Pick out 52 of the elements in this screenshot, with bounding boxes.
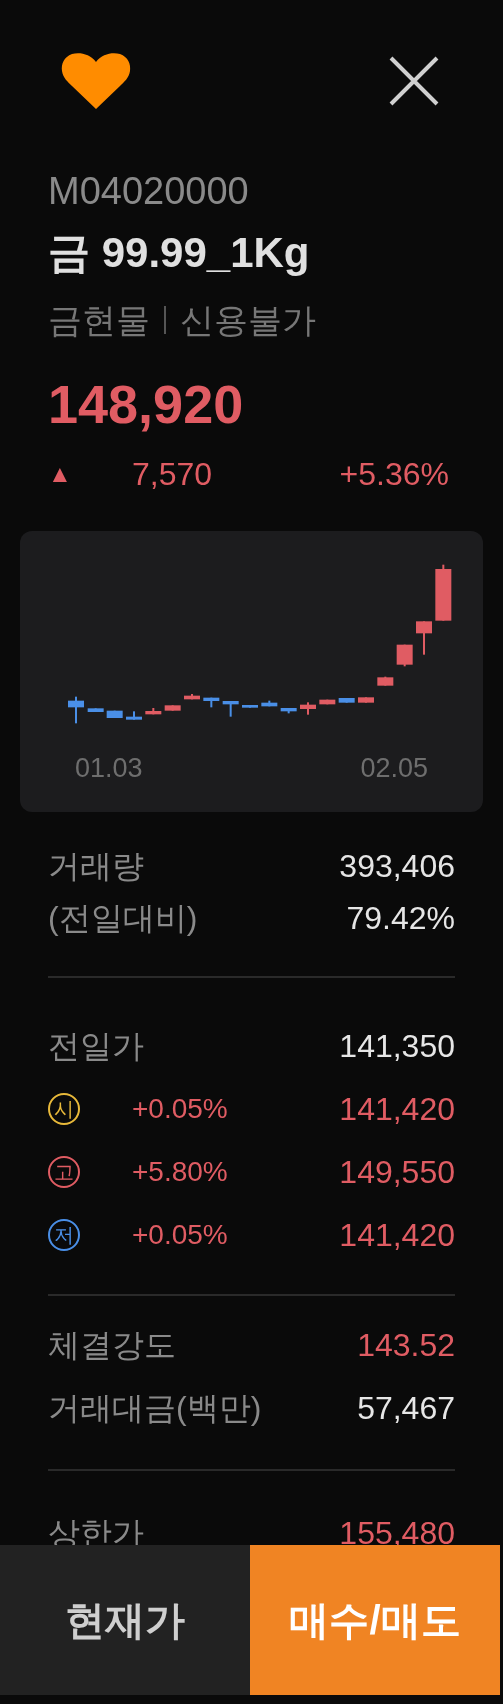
date-label: 01.03 bbox=[75, 752, 143, 785]
price-change: 7,570 bbox=[132, 455, 213, 494]
up-arrow: ▲ bbox=[48, 459, 73, 489]
candle bbox=[416, 621, 432, 655]
close-icon[interactable] bbox=[389, 56, 439, 106]
candle bbox=[358, 697, 374, 703]
stat-label: 거래량 bbox=[48, 847, 144, 886]
candle bbox=[222, 701, 239, 717]
rate-text: +5.80% bbox=[132, 1154, 228, 1189]
candle bbox=[145, 708, 162, 715]
change-rate: +5.36% bbox=[339, 455, 449, 494]
product-code: M04020000 bbox=[48, 169, 250, 214]
stat-label: (전일대비) bbox=[48, 899, 198, 938]
date-label: 02.05 bbox=[360, 752, 428, 785]
stat-value: 79.42% bbox=[346, 899, 455, 938]
candle bbox=[68, 696, 84, 724]
stat-value: 141,420 bbox=[339, 1215, 455, 1255]
candle bbox=[87, 708, 104, 712]
stat-label: 체결강도 bbox=[48, 1325, 176, 1365]
candle bbox=[184, 694, 200, 700]
candle bbox=[435, 564, 452, 621]
rate-text: +0.05% bbox=[132, 1217, 228, 1252]
category-label: 금현물 bbox=[48, 300, 150, 341]
candle bbox=[164, 705, 181, 711]
current-price: 148,920 bbox=[48, 373, 245, 436]
candle bbox=[338, 698, 355, 703]
stat-label: 전일가 bbox=[48, 1026, 144, 1066]
heart-icon[interactable] bbox=[60, 52, 132, 110]
stat-value: 143.52 bbox=[357, 1325, 455, 1365]
bottom-tab[interactable]: 현재가 bbox=[0, 1545, 250, 1695]
candle bbox=[126, 711, 142, 720]
candle bbox=[377, 676, 394, 686]
candle bbox=[300, 702, 316, 715]
stat-label: 거래대금(백만) bbox=[48, 1388, 262, 1428]
stat-value: 393,406 bbox=[339, 847, 455, 886]
candle bbox=[242, 705, 258, 708]
price-type-badge: 저 bbox=[48, 1218, 80, 1251]
candle bbox=[261, 700, 278, 707]
product-name: 금 99.99_1Kg bbox=[48, 228, 311, 278]
stat-value: 141,420 bbox=[339, 1089, 455, 1129]
price-type-badge: 고 bbox=[48, 1155, 80, 1188]
stat-value: 149,550 bbox=[339, 1152, 455, 1192]
price-type-badge: 시 bbox=[48, 1092, 80, 1125]
stat-value: 141,350 bbox=[339, 1026, 455, 1066]
candle bbox=[203, 697, 220, 708]
credit-label: 신용불가 bbox=[180, 300, 316, 341]
candle bbox=[319, 699, 336, 705]
rate-text: +0.05% bbox=[132, 1091, 228, 1126]
candle bbox=[396, 644, 413, 667]
stat-value: 57,467 bbox=[357, 1388, 455, 1428]
candle bbox=[280, 708, 297, 714]
candle bbox=[106, 710, 123, 718]
